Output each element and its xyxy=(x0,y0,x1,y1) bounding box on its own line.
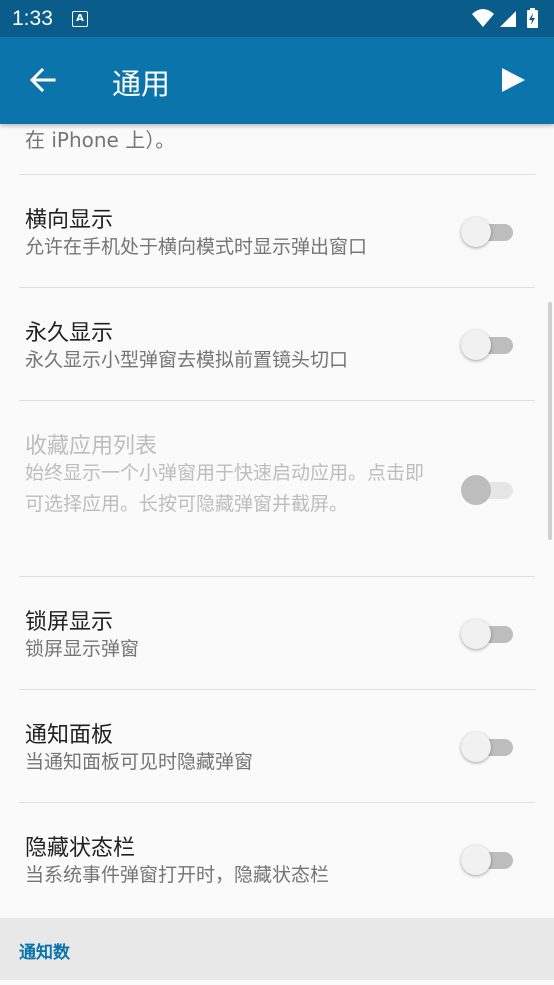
switch-thumb xyxy=(461,619,491,649)
signal-icon xyxy=(500,11,516,27)
status-icons xyxy=(472,8,538,28)
page-title: 通用 xyxy=(112,67,171,101)
setting-title: 通知面板 xyxy=(25,723,114,748)
toggle-switch[interactable] xyxy=(461,329,513,360)
setting-subtitle: 允许在手机处于横向模式时显示弹出窗口 xyxy=(25,236,368,258)
setting-subtitle: 锁屏显示弹窗 xyxy=(25,638,140,660)
toggle-switch[interactable] xyxy=(461,844,513,875)
back-arrow-icon[interactable] xyxy=(20,57,66,103)
scrollbar[interactable] xyxy=(548,302,552,540)
section-header: 通知数 xyxy=(0,918,554,980)
switch-thumb xyxy=(461,330,491,360)
settings-list[interactable]: 在 iPhone 上）。 横向显示 允许在手机处于横向模式时显示弹出窗口 永久显… xyxy=(0,124,554,985)
setting-subtitle: 始终显示一个小弹窗用于快速启动应用。点击即可选择应用。长按可隐藏弹窗并截屏。 xyxy=(25,462,425,515)
play-icon[interactable] xyxy=(490,57,536,103)
app-bar: 通用 xyxy=(0,37,554,124)
status-bar: 1:33 A xyxy=(0,0,554,37)
partial-description: 在 iPhone 上）。 xyxy=(25,128,176,152)
section-title: 通知数 xyxy=(19,943,70,963)
divider xyxy=(19,576,535,577)
switch-thumb xyxy=(461,732,491,762)
divider xyxy=(19,287,535,288)
divider xyxy=(19,689,535,690)
setting-title: 横向显示 xyxy=(25,208,114,233)
switch-thumb xyxy=(461,475,491,505)
switch-thumb xyxy=(461,845,491,875)
setting-title: 收藏应用列表 xyxy=(25,434,158,459)
toggle-switch xyxy=(461,474,513,505)
setting-title: 隐藏状态栏 xyxy=(25,836,136,861)
divider xyxy=(19,174,535,175)
switch-thumb xyxy=(461,217,491,247)
toggle-switch[interactable] xyxy=(461,731,513,762)
divider xyxy=(19,802,535,803)
battery-charging-icon xyxy=(527,8,538,28)
wifi-icon xyxy=(472,9,494,27)
status-time: 1:33 xyxy=(12,7,53,30)
toggle-switch[interactable] xyxy=(461,618,513,649)
setting-subtitle: 当系统事件弹窗打开时，隐藏状态栏 xyxy=(25,864,330,886)
setting-title: 永久显示 xyxy=(25,321,114,346)
setting-title: 锁屏显示 xyxy=(25,610,114,635)
setting-subtitle: 当通知面板可见时隐藏弹窗 xyxy=(25,751,254,773)
divider xyxy=(19,400,535,401)
toggle-switch[interactable] xyxy=(461,216,513,247)
setting-subtitle: 永久显示小型弹窗去模拟前置镜头切口 xyxy=(25,349,349,371)
notification-a-icon: A xyxy=(72,11,88,27)
